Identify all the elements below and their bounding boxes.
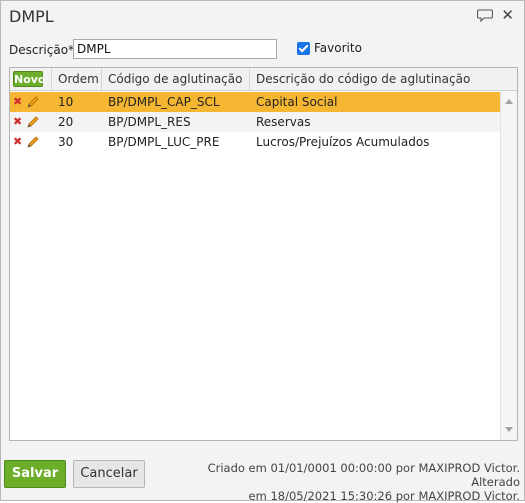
descricao-input[interactable] [73, 39, 277, 59]
close-icon[interactable]: ✕ [501, 8, 514, 23]
dialog-footer: Salvar Cancelar Criado em 01/01/0001 00:… [1, 451, 524, 503]
title-icons: ✕ [477, 8, 514, 23]
cell-ordem: 30 [58, 135, 74, 149]
audit-line-created: Criado em 01/01/0001 00:00:00 por MAXIPR… [207, 461, 520, 489]
delete-icon[interactable]: ✖ [13, 116, 22, 128]
edit-icon[interactable] [26, 95, 40, 109]
dmpl-dialog: DMPL ✕ Descrição* Favorito Novo Ordem Có… [0, 0, 525, 503]
grid-scrollbar[interactable] [500, 91, 517, 440]
favorito-checkbox[interactable] [297, 41, 310, 55]
header-codigo[interactable]: Código de aglutinação [102, 68, 250, 90]
cell-codigo: BP/DMPL_RES [108, 115, 191, 129]
comment-icon[interactable] [477, 8, 494, 23]
delete-icon[interactable]: ✖ [13, 96, 22, 108]
audit-info: Criado em 01/01/0001 00:00:00 por MAXIPR… [160, 461, 520, 503]
cell-codigo: BP/DMPL_LUC_PRE [108, 135, 220, 149]
header-ordem[interactable]: Ordem [52, 68, 102, 90]
table-row[interactable]: ✖ 30 BP/DMPL_LUC_PRE Lucros/Prejuízos Ac… [10, 132, 500, 152]
aglutinacao-grid: Novo Ordem Código de aglutinação Descriç… [9, 67, 518, 441]
edit-icon[interactable] [26, 115, 40, 129]
cell-ordem: 10 [58, 95, 74, 109]
cell-descricao: Lucros/Prejuízos Acumulados [256, 135, 430, 149]
cell-descricao: Capital Social [256, 95, 338, 109]
cancel-button[interactable]: Cancelar [73, 460, 145, 488]
edit-icon[interactable] [26, 135, 40, 149]
favorito-label: Favorito [314, 41, 362, 55]
descricao-label: Descrição* [9, 43, 75, 57]
table-row[interactable]: ✖ 20 BP/DMPL_RES Reservas [10, 112, 500, 132]
header-descricao[interactable]: Descrição do código de aglutinação [250, 68, 500, 90]
delete-icon[interactable]: ✖ [13, 136, 22, 148]
cell-codigo: BP/DMPL_CAP_SCL [108, 95, 220, 109]
scroll-down-icon[interactable] [505, 427, 513, 432]
dialog-title: DMPL [9, 7, 54, 26]
header-actions-cell: Novo [10, 68, 52, 90]
cell-ordem: 20 [58, 115, 74, 129]
cell-descricao: Reservas [256, 115, 311, 129]
descricao-form-row: Descrição* Favorito [9, 39, 519, 61]
save-button[interactable]: Salvar [4, 460, 66, 488]
novo-button[interactable]: Novo [13, 71, 46, 87]
dialog-titlebar[interactable]: DMPL ✕ [1, 1, 524, 33]
grid-header: Novo Ordem Código de aglutinação Descriç… [10, 68, 517, 91]
table-row[interactable]: ✖ 10 BP/DMPL_CAP_SCL Capital Social [10, 92, 500, 112]
scroll-up-icon[interactable] [505, 99, 513, 104]
favorito-checkbox-group[interactable]: Favorito [297, 41, 362, 55]
